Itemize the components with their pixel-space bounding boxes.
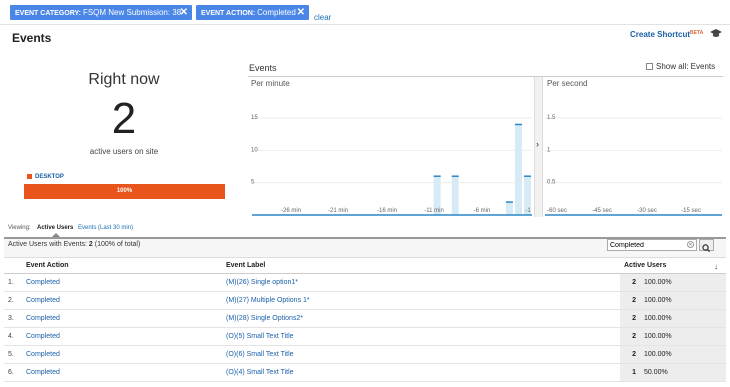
right-now-title: Right now (88, 71, 160, 88)
table-row: 3. Completed (M)(28) Single Options2* 2 100.… (4, 309, 726, 328)
column-header-active-users[interactable]: Active Users (620, 258, 726, 274)
show-all-label: Show all: Events (656, 62, 716, 71)
sort-descending-icon[interactable]: ↓ (714, 262, 718, 271)
filter-chip-key: EVENT ACTION: (201, 10, 256, 17)
device-share-bar: 100% (24, 184, 225, 199)
table-header-row: Event Action Event Label Active Users (4, 258, 726, 274)
event-label-link[interactable]: (M)(27) Multiple Options 1* (222, 291, 620, 310)
filter-chip-value: Completed (257, 8, 296, 17)
table-search-input[interactable] (607, 239, 697, 251)
graph-section-label: Events (249, 63, 277, 73)
event-label-link[interactable]: (O)(5) Small Text Title (222, 327, 620, 346)
event-label-link[interactable]: (O)(6) Small Text Title (222, 345, 620, 364)
active-users-percent: 100.00% (640, 327, 726, 346)
clear-search-icon[interactable]: ✕ (687, 241, 694, 248)
event-label-link[interactable]: (M)(26) Single option1* (222, 273, 620, 292)
tab-events-last-30-min[interactable]: Events (Last 30 min) (78, 225, 133, 231)
event-label-link[interactable]: (M)(28) Single Options2* (222, 309, 620, 328)
event-action-link[interactable]: Completed (22, 291, 222, 310)
active-users-value: 2 (620, 309, 640, 328)
device-legend: DESKTOP (27, 174, 64, 180)
table-row: 5. Completed (O)(6) Small Text Title 2 100.0… (4, 345, 726, 364)
row-number: 2. (4, 291, 22, 310)
filter-bar: EVENT CATEGORY: FSQM New Submission: 38 … (0, 0, 730, 25)
column-header-event-action[interactable]: Event Action (22, 258, 222, 274)
summary-percent: (100% of total) (94, 241, 141, 248)
active-users-value: 2 (620, 345, 640, 364)
row-number: 4. (4, 327, 22, 346)
graph-frame (248, 76, 723, 218)
show-all-checkbox[interactable] (646, 63, 653, 71)
desktop-color-swatch (27, 174, 32, 179)
active-users-value: 2 (620, 273, 640, 292)
active-users-subtitle: active users on site (89, 147, 159, 156)
filter-chip-event-category[interactable]: EVENT CATEGORY: FSQM New Submission: 38 … (10, 5, 192, 20)
active-users-value: 2 (620, 291, 640, 310)
filter-chip-value: FSQM New Submission: 38 (82, 8, 182, 17)
create-shortcut-label: Create Shortcut (630, 30, 691, 39)
active-users-value: 1 (620, 363, 640, 382)
active-users-percent: 50.00% (640, 363, 726, 382)
search-icon (702, 244, 711, 253)
table-row: 4. Completed (O)(5) Small Text Title 2 100.0… (4, 327, 726, 346)
active-users-percent: 100.00% (640, 345, 726, 364)
search-button[interactable] (699, 239, 714, 253)
device-label: DESKTOP (35, 174, 64, 181)
filter-chip-key: EVENT CATEGORY: (15, 10, 81, 17)
event-action-link[interactable]: Completed (22, 363, 222, 382)
table-row: 1. Completed (M)(26) Single option1* 2 100.0… (4, 273, 726, 292)
per-second-label: Per second (547, 79, 588, 88)
events-table: Event Action Event Label Active Users 1.… (4, 258, 726, 382)
per-minute-label: Per minute (251, 79, 290, 88)
row-number: 5. (4, 345, 22, 364)
clear-filters-link[interactable]: clear (314, 13, 331, 22)
summary-count: 2 (88, 241, 93, 248)
row-number: 3. (4, 309, 22, 328)
row-number-header (4, 258, 22, 274)
event-action-link[interactable]: Completed (22, 309, 222, 328)
chevron-right-icon[interactable]: › (536, 139, 539, 149)
active-users-summary: Active Users with Events: 2 (100% of tot… (8, 240, 140, 250)
show-all-toggle[interactable]: Show all: Events (646, 62, 715, 71)
active-users-count: 2 (111, 94, 137, 143)
event-action-link[interactable]: Completed (22, 345, 222, 364)
active-users-value: 2 (620, 327, 640, 346)
summary-prefix: Active Users with Events: (8, 241, 87, 248)
device-share-percent: 100% (116, 188, 133, 194)
close-icon[interactable]: ✕ (297, 5, 305, 20)
tab-active-users[interactable]: Active Users (37, 225, 73, 231)
table-row: 6. Completed (O)(4) Small Text Title 1 50.00… (4, 363, 726, 382)
filter-chip-event-action[interactable]: EVENT ACTION: Completed ✕ (196, 5, 309, 20)
table-row: 2. Completed (M)(27) Multiple Options 1* 2 1… (4, 291, 726, 310)
viewing-label: Viewing: (8, 225, 31, 231)
active-users-percent: 100.00% (640, 291, 726, 310)
row-number: 1. (4, 273, 22, 292)
event-action-link[interactable]: Completed (22, 273, 222, 292)
event-label-link[interactable]: (O)(4) Small Text Title (222, 363, 620, 382)
beta-badge: BETA (690, 30, 704, 36)
column-header-event-label[interactable]: Event Label (222, 258, 620, 274)
create-shortcut-link[interactable]: Create ShortcutBETA (630, 30, 703, 39)
active-users-percent: 100.00% (640, 273, 726, 292)
active-users-percent: 100.00% (640, 309, 726, 328)
graduation-cap-icon[interactable] (710, 28, 722, 38)
row-number: 6. (4, 363, 22, 382)
page-title: Events (12, 31, 52, 45)
close-icon[interactable]: ✕ (180, 5, 188, 20)
event-action-link[interactable]: Completed (22, 327, 222, 346)
